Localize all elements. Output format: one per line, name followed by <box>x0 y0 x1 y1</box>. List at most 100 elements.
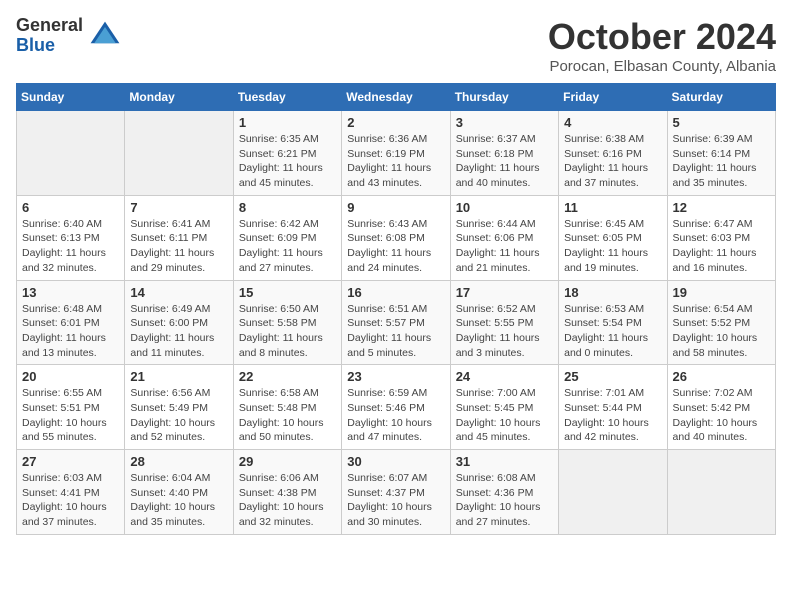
day-number: 12 <box>673 200 770 215</box>
day-info: Sunrise: 6:44 AM Sunset: 6:06 PM Dayligh… <box>456 217 553 276</box>
day-number: 25 <box>564 369 661 384</box>
day-number: 20 <box>22 369 119 384</box>
location-title: Porocan, Elbasan County, Albania <box>548 58 776 75</box>
day-number: 4 <box>564 115 661 130</box>
calendar-cell: 17 Sunrise: 6:52 AM Sunset: 5:55 PM Dayli… <box>450 280 558 365</box>
calendar: SundayMondayTuesdayWednesdayThursdayFrid… <box>16 83 776 535</box>
weekday-header-thursday: Thursday <box>450 84 558 111</box>
day-number: 9 <box>347 200 444 215</box>
day-info: Sunrise: 6:08 AM Sunset: 4:36 PM Dayligh… <box>456 471 553 530</box>
month-title: October 2024 <box>548 16 776 58</box>
calendar-cell: 1Sunrise: 6:35 AM Sunset: 6:21 PM Daylig… <box>233 111 341 196</box>
day-info: Sunrise: 6:07 AM Sunset: 4:37 PM Dayligh… <box>347 471 444 530</box>
day-number: 15 <box>239 285 336 300</box>
day-info: Sunrise: 6:39 AM Sunset: 6:14 PM Dayligh… <box>673 132 770 191</box>
day-number: 30 <box>347 454 444 469</box>
calendar-cell: 31 Sunrise: 6:08 AM Sunset: 4:36 PM Dayli… <box>450 450 558 535</box>
logo-general: General <box>16 16 83 36</box>
weekday-header-tuesday: Tuesday <box>233 84 341 111</box>
weekday-header-friday: Friday <box>559 84 667 111</box>
calendar-cell: 22 Sunrise: 6:58 AM Sunset: 5:48 PM Dayli… <box>233 365 341 450</box>
day-info: Sunrise: 6:04 AM Sunset: 4:40 PM Dayligh… <box>130 471 227 530</box>
logo-blue: Blue <box>16 36 83 56</box>
day-info: Sunrise: 6:42 AM Sunset: 6:09 PM Dayligh… <box>239 217 336 276</box>
title-area: October 2024 Porocan, Elbasan County, Al… <box>548 16 776 75</box>
calendar-cell: 14 Sunrise: 6:49 AM Sunset: 6:00 PM Dayli… <box>125 280 233 365</box>
day-info: Sunrise: 6:47 AM Sunset: 6:03 PM Dayligh… <box>673 217 770 276</box>
day-info: Sunrise: 6:38 AM Sunset: 6:16 PM Dayligh… <box>564 132 661 191</box>
calendar-cell: 4 Sunrise: 6:38 AM Sunset: 6:16 PM Daylig… <box>559 111 667 196</box>
calendar-cell <box>667 450 775 535</box>
day-info: Sunrise: 6:56 AM Sunset: 5:49 PM Dayligh… <box>130 386 227 445</box>
day-number: 23 <box>347 369 444 384</box>
day-number: 5 <box>673 115 770 130</box>
calendar-cell: 5 Sunrise: 6:39 AM Sunset: 6:14 PM Daylig… <box>667 111 775 196</box>
day-info: Sunrise: 6:51 AM Sunset: 5:57 PM Dayligh… <box>347 302 444 361</box>
day-number: 21 <box>130 369 227 384</box>
calendar-cell: 3Sunrise: 6:37 AM Sunset: 6:18 PM Daylig… <box>450 111 558 196</box>
day-info: Sunrise: 6:54 AM Sunset: 5:52 PM Dayligh… <box>673 302 770 361</box>
calendar-cell: 29 Sunrise: 6:06 AM Sunset: 4:38 PM Dayli… <box>233 450 341 535</box>
day-info: Sunrise: 6:43 AM Sunset: 6:08 PM Dayligh… <box>347 217 444 276</box>
calendar-cell: 9 Sunrise: 6:43 AM Sunset: 6:08 PM Daylig… <box>342 195 450 280</box>
calendar-cell: 18Sunrise: 6:53 AM Sunset: 5:54 PM Dayli… <box>559 280 667 365</box>
calendar-cell <box>17 111 125 196</box>
weekday-header-monday: Monday <box>125 84 233 111</box>
calendar-cell: 19Sunrise: 6:54 AM Sunset: 5:52 PM Dayli… <box>667 280 775 365</box>
day-number: 17 <box>456 285 553 300</box>
day-number: 14 <box>130 285 227 300</box>
day-info: Sunrise: 6:06 AM Sunset: 4:38 PM Dayligh… <box>239 471 336 530</box>
weekday-header-saturday: Saturday <box>667 84 775 111</box>
day-number: 6 <box>22 200 119 215</box>
day-number: 13 <box>22 285 119 300</box>
calendar-cell <box>559 450 667 535</box>
day-number: 10 <box>456 200 553 215</box>
day-info: Sunrise: 6:37 AM Sunset: 6:18 PM Dayligh… <box>456 132 553 191</box>
calendar-cell: 7 Sunrise: 6:41 AM Sunset: 6:11 PM Daylig… <box>125 195 233 280</box>
day-number: 8 <box>239 200 336 215</box>
day-info: Sunrise: 6:53 AM Sunset: 5:54 PM Dayligh… <box>564 302 661 361</box>
day-number: 2 <box>347 115 444 130</box>
day-number: 11 <box>564 200 661 215</box>
day-number: 31 <box>456 454 553 469</box>
day-number: 28 <box>130 454 227 469</box>
calendar-cell: 11 Sunrise: 6:45 AM Sunset: 6:05 PM Dayli… <box>559 195 667 280</box>
calendar-cell: 23 Sunrise: 6:59 AM Sunset: 5:46 PM Dayli… <box>342 365 450 450</box>
day-info: Sunrise: 6:52 AM Sunset: 5:55 PM Dayligh… <box>456 302 553 361</box>
day-info: Sunrise: 6:45 AM Sunset: 6:05 PM Dayligh… <box>564 217 661 276</box>
day-info: Sunrise: 6:55 AM Sunset: 5:51 PM Dayligh… <box>22 386 119 445</box>
calendar-cell: 24Sunrise: 7:00 AM Sunset: 5:45 PM Dayli… <box>450 365 558 450</box>
day-info: Sunrise: 7:01 AM Sunset: 5:44 PM Dayligh… <box>564 386 661 445</box>
day-info: Sunrise: 6:40 AM Sunset: 6:13 PM Dayligh… <box>22 217 119 276</box>
calendar-cell: 25 Sunrise: 7:01 AM Sunset: 5:44 PM Dayli… <box>559 365 667 450</box>
day-info: Sunrise: 7:02 AM Sunset: 5:42 PM Dayligh… <box>673 386 770 445</box>
day-number: 7 <box>130 200 227 215</box>
calendar-cell: 21 Sunrise: 6:56 AM Sunset: 5:49 PM Dayli… <box>125 365 233 450</box>
day-info: Sunrise: 6:59 AM Sunset: 5:46 PM Dayligh… <box>347 386 444 445</box>
day-info: Sunrise: 6:58 AM Sunset: 5:48 PM Dayligh… <box>239 386 336 445</box>
calendar-cell: 8 Sunrise: 6:42 AM Sunset: 6:09 PM Daylig… <box>233 195 341 280</box>
calendar-cell: 16Sunrise: 6:51 AM Sunset: 5:57 PM Dayli… <box>342 280 450 365</box>
day-info: Sunrise: 6:35 AM Sunset: 6:21 PM Dayligh… <box>239 132 336 191</box>
calendar-cell: 28 Sunrise: 6:04 AM Sunset: 4:40 PM Dayli… <box>125 450 233 535</box>
weekday-header-wednesday: Wednesday <box>342 84 450 111</box>
calendar-cell: 12 Sunrise: 6:47 AM Sunset: 6:03 PM Dayli… <box>667 195 775 280</box>
logo-icon <box>87 18 123 54</box>
calendar-cell: 13 Sunrise: 6:48 AM Sunset: 6:01 PM Dayli… <box>17 280 125 365</box>
calendar-cell: 10 Sunrise: 6:44 AM Sunset: 6:06 PM Dayli… <box>450 195 558 280</box>
day-info: Sunrise: 6:41 AM Sunset: 6:11 PM Dayligh… <box>130 217 227 276</box>
day-info: Sunrise: 7:00 AM Sunset: 5:45 PM Dayligh… <box>456 386 553 445</box>
calendar-cell: 30 Sunrise: 6:07 AM Sunset: 4:37 PM Dayli… <box>342 450 450 535</box>
day-number: 27 <box>22 454 119 469</box>
day-number: 29 <box>239 454 336 469</box>
day-info: Sunrise: 6:48 AM Sunset: 6:01 PM Dayligh… <box>22 302 119 361</box>
calendar-cell: 6 Sunrise: 6:40 AM Sunset: 6:13 PM Daylig… <box>17 195 125 280</box>
day-info: Sunrise: 6:50 AM Sunset: 5:58 PM Dayligh… <box>239 302 336 361</box>
day-number: 22 <box>239 369 336 384</box>
day-info: Sunrise: 6:49 AM Sunset: 6:00 PM Dayligh… <box>130 302 227 361</box>
calendar-cell <box>125 111 233 196</box>
calendar-cell: 15 Sunrise: 6:50 AM Sunset: 5:58 PM Dayli… <box>233 280 341 365</box>
weekday-header-sunday: Sunday <box>17 84 125 111</box>
calendar-cell: 20 Sunrise: 6:55 AM Sunset: 5:51 PM Dayli… <box>17 365 125 450</box>
logo: General Blue <box>16 16 123 56</box>
